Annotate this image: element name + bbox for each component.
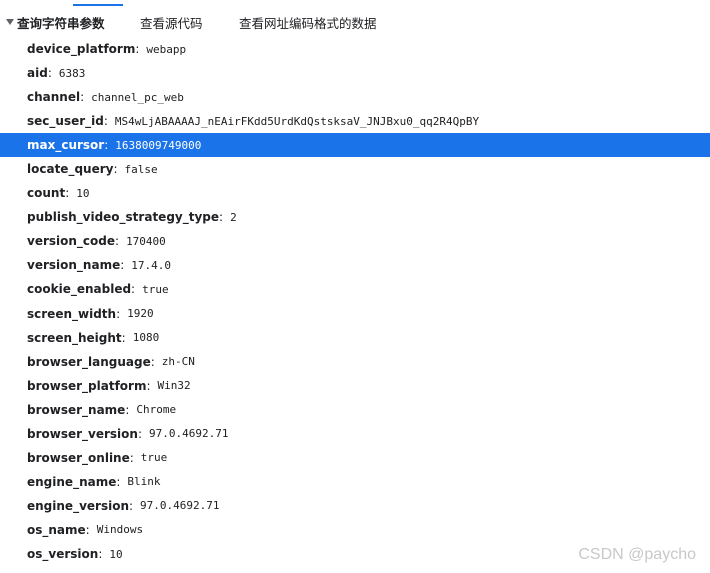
param-key: browser_online <box>27 450 130 465</box>
param-separator: : <box>104 138 109 153</box>
param-separator: : <box>125 402 130 417</box>
param-row-os-name[interactable]: os_name: Windows <box>0 518 710 542</box>
param-value: Chrome <box>136 403 177 417</box>
param-key: engine_name <box>27 474 117 489</box>
param-row-engine-name[interactable]: engine_name: Blink <box>0 470 710 494</box>
active-tab-indicator <box>73 4 123 6</box>
view-url-encoded-link[interactable]: 查看网址编码格式的数据 <box>239 14 377 31</box>
param-row-aid[interactable]: aid:6383 <box>0 61 710 85</box>
param-row-sec-user-id[interactable]: sec_user_id: MS4wLjABAAAAJ_nEAirFKdd5UrdK… <box>0 109 710 133</box>
param-key: browser_version <box>27 426 138 441</box>
param-value: 17.4.0 <box>131 258 172 272</box>
param-separator: : <box>137 426 143 441</box>
param-row-max-cursor[interactable]: max_cursor:1638009749000 <box>0 133 710 158</box>
param-value: true <box>142 282 169 296</box>
param-value: 6383 <box>58 66 86 80</box>
param-separator: : <box>120 258 125 273</box>
param-value: 10 <box>76 186 90 200</box>
param-row-screen-height[interactable]: screen_height:1080 <box>0 326 710 350</box>
param-row-browser-name[interactable]: browser_name: Chrome <box>0 398 710 422</box>
param-row-publish-video-strategy-type[interactable]: publish_video_strategy_type:2 <box>0 205 710 229</box>
param-value: 170400 <box>126 234 166 248</box>
param-key: cookie_enabled <box>27 282 132 297</box>
param-key: version_code <box>27 234 116 249</box>
expand-triangle-icon <box>6 19 14 25</box>
payload-header: 查询字符串参数 查看源代码 查看网址编码格式的数据 <box>0 0 710 42</box>
param-key: locate_query <box>27 162 114 177</box>
param-key: browser_language <box>27 354 151 369</box>
param-value: 1638009749000 <box>115 138 202 152</box>
param-row-screen-width[interactable]: screen_width:1920 <box>0 302 710 326</box>
param-value: zh-CN <box>161 355 195 369</box>
param-value: 1080 <box>132 331 160 345</box>
param-row-count[interactable]: count:10 <box>0 181 710 205</box>
param-key: channel <box>27 90 81 105</box>
param-value: 2 <box>230 210 237 224</box>
param-separator: : <box>115 234 120 249</box>
param-key: aid <box>27 66 48 81</box>
param-key: version_name <box>27 258 121 273</box>
param-value: Windows <box>96 523 144 537</box>
param-key: screen_width <box>27 306 117 321</box>
param-key: os_name <box>27 522 86 537</box>
param-key: browser_platform <box>27 378 147 393</box>
param-row-device-platform[interactable]: device_platform: webapp <box>0 37 710 61</box>
param-value: Win32 <box>157 379 191 393</box>
watermark: CSDN @paycho <box>578 546 696 563</box>
view-source-link[interactable]: 查看源代码 <box>140 14 203 31</box>
param-row-version-name[interactable]: version_name:17.4.0 <box>0 253 710 277</box>
param-separator: : <box>146 378 151 393</box>
param-key: sec_user_id <box>27 114 104 129</box>
param-separator: : <box>219 210 224 225</box>
param-separator: : <box>129 450 134 465</box>
param-separator: : <box>116 306 121 321</box>
query-string-section-toggle[interactable]: 查询字符串参数 <box>6 14 105 31</box>
param-separator: : <box>103 114 108 129</box>
param-separator: : <box>116 474 121 489</box>
param-row-version-code[interactable]: version_code:170400 <box>0 229 710 253</box>
param-separator: : <box>129 498 134 513</box>
param-key: device_platform <box>27 42 136 57</box>
param-key: count <box>27 186 66 201</box>
param-separator: : <box>98 547 103 561</box>
param-value: 10 <box>109 547 123 561</box>
param-separator: : <box>65 186 70 201</box>
param-row-browser-version[interactable]: browser_version:97.0.4692.71 <box>0 422 710 446</box>
param-key: os_version <box>27 547 99 561</box>
param-separator: : <box>135 42 140 57</box>
param-key: engine_version <box>27 498 129 513</box>
param-value: false <box>124 162 158 176</box>
param-value: MS4wLjABAAAAJ_nEAirFKdd5UrdKdQstsksaV_JN… <box>114 114 480 128</box>
param-row-browser-online[interactable]: browser_online: true <box>0 446 710 470</box>
param-key: browser_name <box>27 402 126 417</box>
param-value: Blink <box>127 475 161 489</box>
param-separator: : <box>150 354 155 369</box>
param-value: 97.0.4692.71 <box>140 499 220 513</box>
param-row-channel[interactable]: channel: channel_pc_web <box>0 85 710 109</box>
param-value: true <box>140 451 168 465</box>
param-row-browser-language[interactable]: browser_language: zh-CN <box>0 350 710 374</box>
param-separator: : <box>131 282 136 297</box>
param-key: max_cursor <box>27 138 105 153</box>
param-value: channel_pc_web <box>91 90 184 104</box>
query-param-list: device_platform: webapp aid:6383 channel: ch… <box>0 37 710 566</box>
param-separator: : <box>85 522 90 537</box>
param-separator: : <box>47 66 52 81</box>
param-value: 97.0.4692.71 <box>149 427 229 441</box>
param-row-locate-query[interactable]: locate_query: false <box>0 157 710 181</box>
param-row-engine-version[interactable]: engine_version:97.0.4692.71 <box>0 494 710 518</box>
param-key: screen_height <box>27 330 122 345</box>
param-value: webapp <box>146 42 187 56</box>
param-key: publish_video_strategy_type <box>27 210 220 225</box>
param-row-browser-platform[interactable]: browser_platform: Win32 <box>0 374 710 398</box>
param-row-cookie-enabled[interactable]: cookie_enabled: true <box>0 277 710 301</box>
query-string-section-title: 查询字符串参数 <box>17 15 105 31</box>
param-separator: : <box>80 90 85 105</box>
param-separator: : <box>113 162 118 177</box>
param-value: 1920 <box>127 307 154 321</box>
param-separator: : <box>121 330 126 345</box>
